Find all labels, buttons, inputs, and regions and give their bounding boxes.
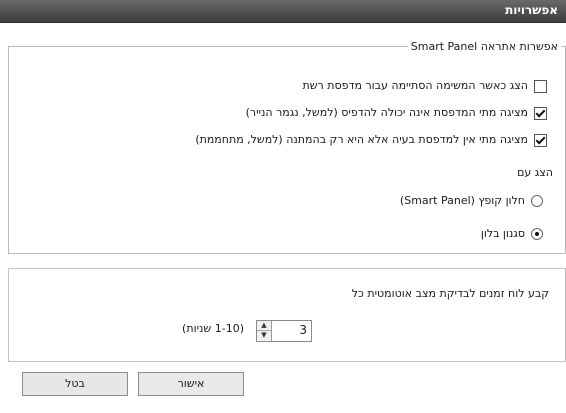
job-finished-label: הצג כאשר המשימה הסתיימה עבור מדפסת רשת xyxy=(302,79,529,92)
spin-up-arrow-icon[interactable]: ▲ xyxy=(257,321,271,331)
spin-buttons: ▲ ▼ xyxy=(257,321,272,341)
balloon-style-label: סגנון בלון xyxy=(480,227,525,240)
radio-balloon-style[interactable]: סגנון בלון xyxy=(481,226,543,242)
popup-window-label: חלון קופץ (Smart Panel) xyxy=(399,194,525,207)
radio-popup-window[interactable]: חלון קופץ (Smart Panel) xyxy=(400,193,543,209)
interval-spinbox[interactable]: 3 ▲ ▼ xyxy=(256,320,312,342)
schedule-label: קבע לוח זמנים לבדיקת מצב אוטומטית כל xyxy=(351,287,549,300)
spin-down-arrow-icon[interactable]: ▼ xyxy=(257,331,271,340)
waiting-label: מציגה מתי אין למדפסת בעיה אלא היא רק בהמ… xyxy=(195,133,528,146)
display-with-label: הצג עם xyxy=(517,166,553,179)
option-cannot-print[interactable]: מציגה מתי המדפסת אינה יכולה להדפיס (למשל… xyxy=(246,105,547,121)
job-finished-checkbox[interactable] xyxy=(534,79,547,93)
cannot-print-checkbox[interactable] xyxy=(534,106,547,120)
interval-unit: (1-10 שניות) xyxy=(182,322,244,335)
ok-button[interactable]: אישור xyxy=(138,372,244,396)
option-job-finished[interactable]: הצג כאשר המשימה הסתיימה עבור מדפסת רשת xyxy=(302,78,547,94)
cancel-button[interactable]: בטל xyxy=(22,372,128,396)
window-title: אפשרויות xyxy=(505,3,558,17)
interval-value[interactable]: 3 xyxy=(275,323,307,337)
alert-options-legend: אפשרות אתראה Smart Panel xyxy=(410,40,558,53)
waiting-checkbox[interactable] xyxy=(534,133,547,147)
balloon-style-radio[interactable] xyxy=(531,228,543,240)
alert-options-group: אפשרות אתראה Smart Panel הצג כאשר המשימה… xyxy=(8,40,566,254)
option-waiting[interactable]: מציגה מתי אין למדפסת בעיה אלא היא רק בהמ… xyxy=(195,132,547,148)
popup-window-radio[interactable] xyxy=(531,195,543,207)
title-bar: אפשרויות xyxy=(0,0,566,23)
schedule-box: קבע לוח זמנים לבדיקת מצב אוטומטית כל 3 ▲… xyxy=(8,268,566,362)
cannot-print-label: מציגה מתי המדפסת אינה יכולה להדפיס (למשל… xyxy=(245,106,528,119)
